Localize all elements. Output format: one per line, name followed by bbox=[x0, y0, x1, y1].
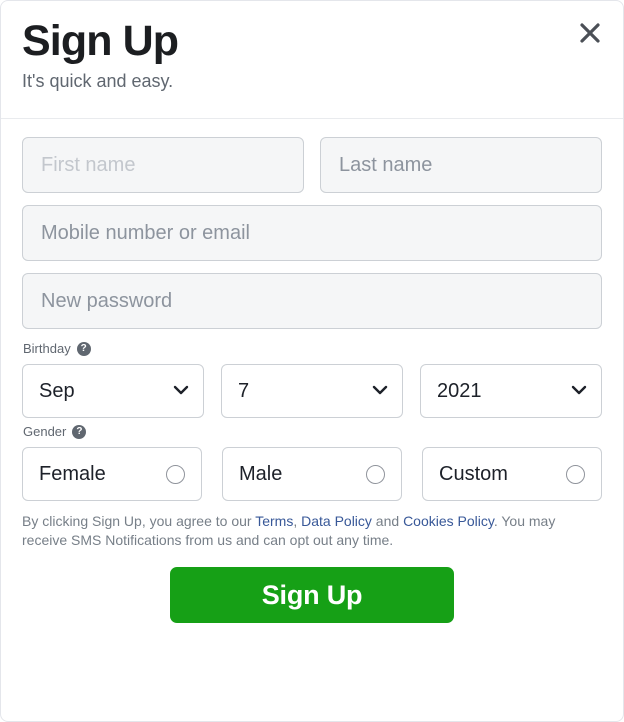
gender-label-group: Gender ? bbox=[23, 424, 602, 440]
legal-disclaimer: By clicking Sign Up, you agree to our Te… bbox=[22, 512, 602, 550]
birthday-label: Birthday bbox=[23, 341, 71, 356]
last-name-wrapper bbox=[320, 137, 602, 193]
birth-year-select[interactable]: 2021 bbox=[420, 364, 602, 418]
gender-option-label: Male bbox=[239, 462, 283, 485]
birthday-help-icon[interactable]: ? bbox=[76, 342, 91, 356]
contact-wrapper bbox=[22, 205, 602, 261]
terms-link[interactable]: Terms bbox=[255, 513, 293, 529]
data-policy-link[interactable]: Data Policy bbox=[301, 513, 372, 529]
signup-dialog: Sign Up It's quick and easy. First name … bbox=[0, 0, 624, 722]
legal-separator-1: , bbox=[293, 513, 302, 529]
legal-separator-2: and bbox=[371, 513, 404, 529]
mobile-or-email-input[interactable] bbox=[22, 205, 602, 261]
last-name-input[interactable] bbox=[320, 137, 602, 193]
legal-suffix: . bbox=[493, 513, 498, 529]
signup-submit-button[interactable]: Sign Up bbox=[170, 567, 454, 623]
gender-option-label: Custom bbox=[439, 462, 508, 485]
signup-form: Birthday ? Sep 7 bbox=[1, 119, 623, 623]
page-title: Sign Up bbox=[22, 17, 179, 65]
birth-month-wrapper: Sep bbox=[22, 364, 204, 418]
gender-option-label: Female bbox=[39, 462, 106, 485]
legal-prefix: By clicking Sign Up, you agree to our bbox=[22, 513, 256, 529]
close-button[interactable] bbox=[573, 16, 607, 50]
gender-help-icon[interactable]: ? bbox=[72, 425, 87, 439]
gender-label: Gender bbox=[23, 424, 67, 439]
name-field-row bbox=[22, 137, 602, 193]
gender-options: Female Male Custom bbox=[22, 447, 602, 501]
radio-icon[interactable] bbox=[366, 464, 385, 484]
gender-option-male[interactable]: Male bbox=[222, 447, 402, 501]
password-wrapper bbox=[22, 273, 602, 329]
first-name-wrapper bbox=[22, 137, 304, 193]
birthday-selects: Sep 7 2021 bbox=[22, 364, 602, 418]
dialog-subtitle: It's quick and easy. bbox=[22, 71, 174, 91]
birth-year-wrapper: 2021 bbox=[420, 364, 602, 418]
gender-option-custom[interactable]: Custom bbox=[422, 447, 602, 501]
dialog-header: Sign Up It's quick and easy. bbox=[1, 1, 623, 119]
submit-row: Sign Up bbox=[22, 567, 602, 623]
first-name-input[interactable] bbox=[22, 137, 304, 193]
new-password-input[interactable] bbox=[22, 273, 602, 329]
birth-month-select[interactable]: Sep bbox=[22, 364, 204, 418]
close-icon bbox=[579, 22, 601, 44]
birth-day-select[interactable]: 7 bbox=[221, 364, 403, 418]
birth-day-wrapper: 7 bbox=[221, 364, 403, 418]
gender-option-female[interactable]: Female bbox=[22, 447, 202, 501]
radio-icon[interactable] bbox=[166, 464, 185, 484]
birthday-label-group: Birthday ? bbox=[23, 341, 602, 357]
cookies-policy-link[interactable]: Cookies Policy bbox=[403, 513, 494, 529]
radio-icon[interactable] bbox=[566, 464, 585, 484]
